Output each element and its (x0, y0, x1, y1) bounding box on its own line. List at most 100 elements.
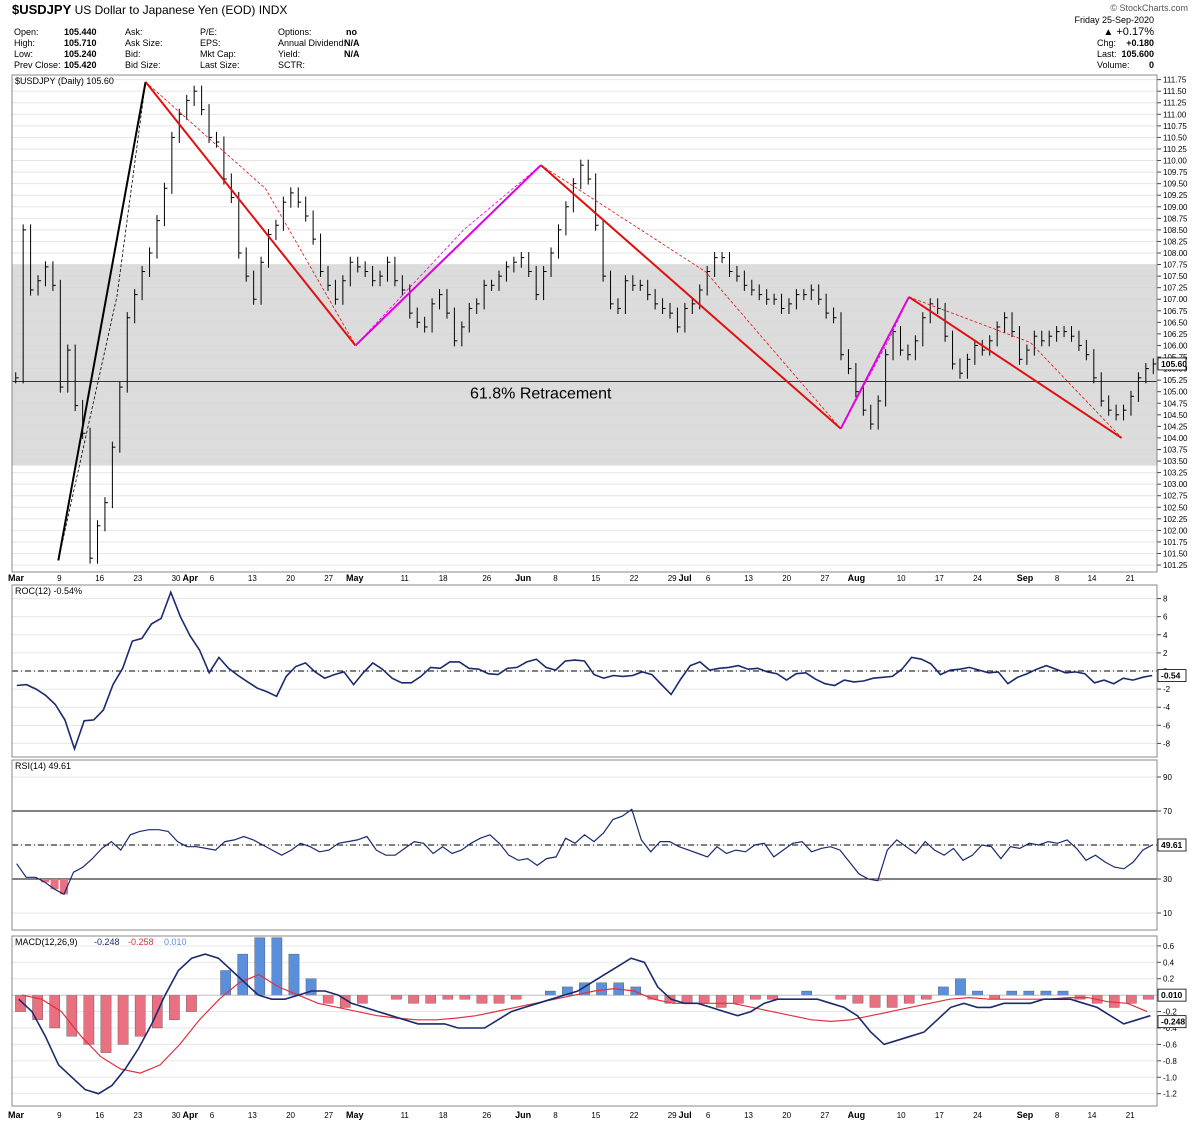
price-tick-label: 104.00 (1163, 434, 1188, 443)
roc-tick-label: 2 (1163, 649, 1168, 658)
macd-histogram-bar (254, 937, 266, 996)
macd-histogram-bar (391, 994, 402, 1000)
price-tick-label: 110.50 (1163, 133, 1187, 142)
price-x-day-label: 17 (935, 574, 944, 583)
price-panel-title: $USDJPY (Daily) 105.60 (15, 76, 114, 86)
price-x-day-label: 9 (57, 574, 62, 583)
macd-histogram-bar (459, 994, 471, 1000)
price-x-month-label: Aug (848, 573, 866, 583)
macd-tick-label: -0.8 (1163, 1057, 1177, 1066)
price-x-month-label: Jun (515, 573, 531, 583)
macd-x-month-label: Sep (1017, 1110, 1034, 1120)
price-tick-label: 102.00 (1163, 526, 1188, 535)
macd-histogram-bar (442, 994, 454, 1000)
macd-histogram-bar (1040, 990, 1052, 996)
macd-histogram-bar (117, 994, 129, 1045)
macd-histogram-bar (83, 994, 95, 1045)
macd-panel-title: MACD(12,26,9) (15, 937, 78, 947)
price-x-day-label: 11 (401, 574, 410, 583)
macd-histogram-bar (972, 990, 983, 996)
rsi-tick-label: 10 (1163, 909, 1172, 918)
macd-histogram-bar (801, 990, 812, 996)
macd-histogram-bar (237, 953, 248, 996)
price-x-day-label: 20 (286, 574, 295, 583)
price-x-day-label: 30 (172, 574, 181, 583)
macd-histogram-bar (134, 994, 146, 1037)
price-x-day-label: 20 (782, 574, 791, 583)
retracement-annotation: 61.8% Retracement (470, 386, 612, 403)
retracement-band (12, 264, 1157, 466)
price-tick-label: 108.50 (1163, 226, 1188, 235)
price-x-month-label: May (346, 573, 364, 583)
macd-histogram-bar (100, 994, 112, 1053)
price-x-day-label: 10 (897, 574, 906, 583)
macd-histogram-bar (767, 994, 778, 1000)
rsi-tick-label: 90 (1163, 773, 1172, 782)
roc-tick-label: 4 (1163, 631, 1168, 640)
price-tick-label: 108.75 (1163, 214, 1188, 223)
price-x-day-label: 13 (744, 574, 753, 583)
macd-histogram-value: 0.010 (164, 937, 187, 947)
price-tick-label: 106.25 (1163, 330, 1188, 339)
price-tick-label: 107.25 (1163, 284, 1188, 293)
price-x-day-label: 27 (820, 574, 829, 583)
price-tick-label: 106.00 (1163, 341, 1188, 350)
macd-histogram-bar (493, 994, 505, 1004)
price-tick-label: 110.00 (1163, 157, 1187, 166)
price-tick-label: 102.75 (1163, 492, 1188, 501)
macd-x-day-label: 26 (482, 1111, 491, 1120)
price-x-day-label: 27 (324, 574, 333, 583)
price-tick-label: 102.25 (1163, 515, 1188, 524)
price-tick-label: 109.25 (1163, 191, 1188, 200)
price-tick-label: 105.00 (1163, 388, 1188, 397)
macd-tick-label: 0.2 (1163, 975, 1175, 984)
macd-x-day-label: 18 (439, 1111, 448, 1120)
roc-tick-label: 6 (1163, 613, 1168, 622)
macd-x-day-label: 15 (591, 1111, 600, 1120)
macd-histogram-bar (733, 994, 744, 1004)
price-tick-label: 109.75 (1163, 168, 1188, 177)
macd-x-month-label: Aug (848, 1110, 866, 1120)
macd-histogram-bar (1108, 994, 1120, 1008)
roc-tick-label: -2 (1163, 685, 1171, 694)
price-x-day-label: 8 (1055, 574, 1060, 583)
stock-chart: 101.25 101.50 101.75 102.00 102.25 102.50 102.… (8, 74, 1188, 1120)
price-x-day-label: 14 (1088, 574, 1097, 583)
macd-x-day-label: 24 (973, 1111, 982, 1120)
macd-histogram-bar (1023, 990, 1035, 996)
price-tick-label: 111.00 (1163, 110, 1187, 119)
price-x-day-label: 15 (591, 574, 600, 583)
price-tick-label: 108.25 (1163, 237, 1188, 246)
macd-histogram-bar (750, 994, 761, 1000)
macd-histogram-bar (357, 994, 368, 1004)
price-x-day-label: 13 (248, 574, 257, 583)
macd-histogram-bar (715, 994, 727, 1008)
price-tick-label: 111.50 (1163, 87, 1187, 96)
macd-x-day-label: 22 (630, 1111, 639, 1120)
price-tick-label: 104.75 (1163, 399, 1188, 408)
macd-x-day-label: 21 (1126, 1111, 1135, 1120)
macd-histogram-bar (886, 994, 898, 1008)
price-tick-label: 103.25 (1163, 469, 1188, 478)
macd-x-day-label: 6 (706, 1111, 711, 1120)
price-x-day-label: 22 (630, 574, 639, 583)
macd-tick-label: 0.4 (1163, 958, 1175, 967)
macd-histogram-bar (681, 994, 693, 1004)
macd-line (18, 953, 1151, 1095)
macd-histogram-bar (545, 990, 556, 996)
macd-x-day-label: 27 (324, 1111, 333, 1120)
price-x-day-label: 6 (706, 574, 711, 583)
macd-tick-label: 0.6 (1163, 942, 1175, 951)
price-tick-label: 110.75 (1163, 122, 1187, 131)
roc-last-label: -0.54 (1161, 671, 1181, 681)
macd-x-day-label: 8 (553, 1111, 558, 1120)
macd-x-month-label: Mar (8, 1110, 25, 1120)
macd-histogram-bar (596, 982, 607, 996)
price-x-month-label: Apr (182, 573, 198, 583)
macd-x-day-label: 14 (1088, 1111, 1097, 1120)
macd-x-month-label: Jun (515, 1110, 531, 1120)
price-tick-label: 109.00 (1163, 203, 1188, 212)
rsi-line (16, 808, 1153, 896)
macd-x-day-label: 20 (286, 1111, 295, 1120)
price-tick-label: 101.75 (1163, 538, 1188, 547)
